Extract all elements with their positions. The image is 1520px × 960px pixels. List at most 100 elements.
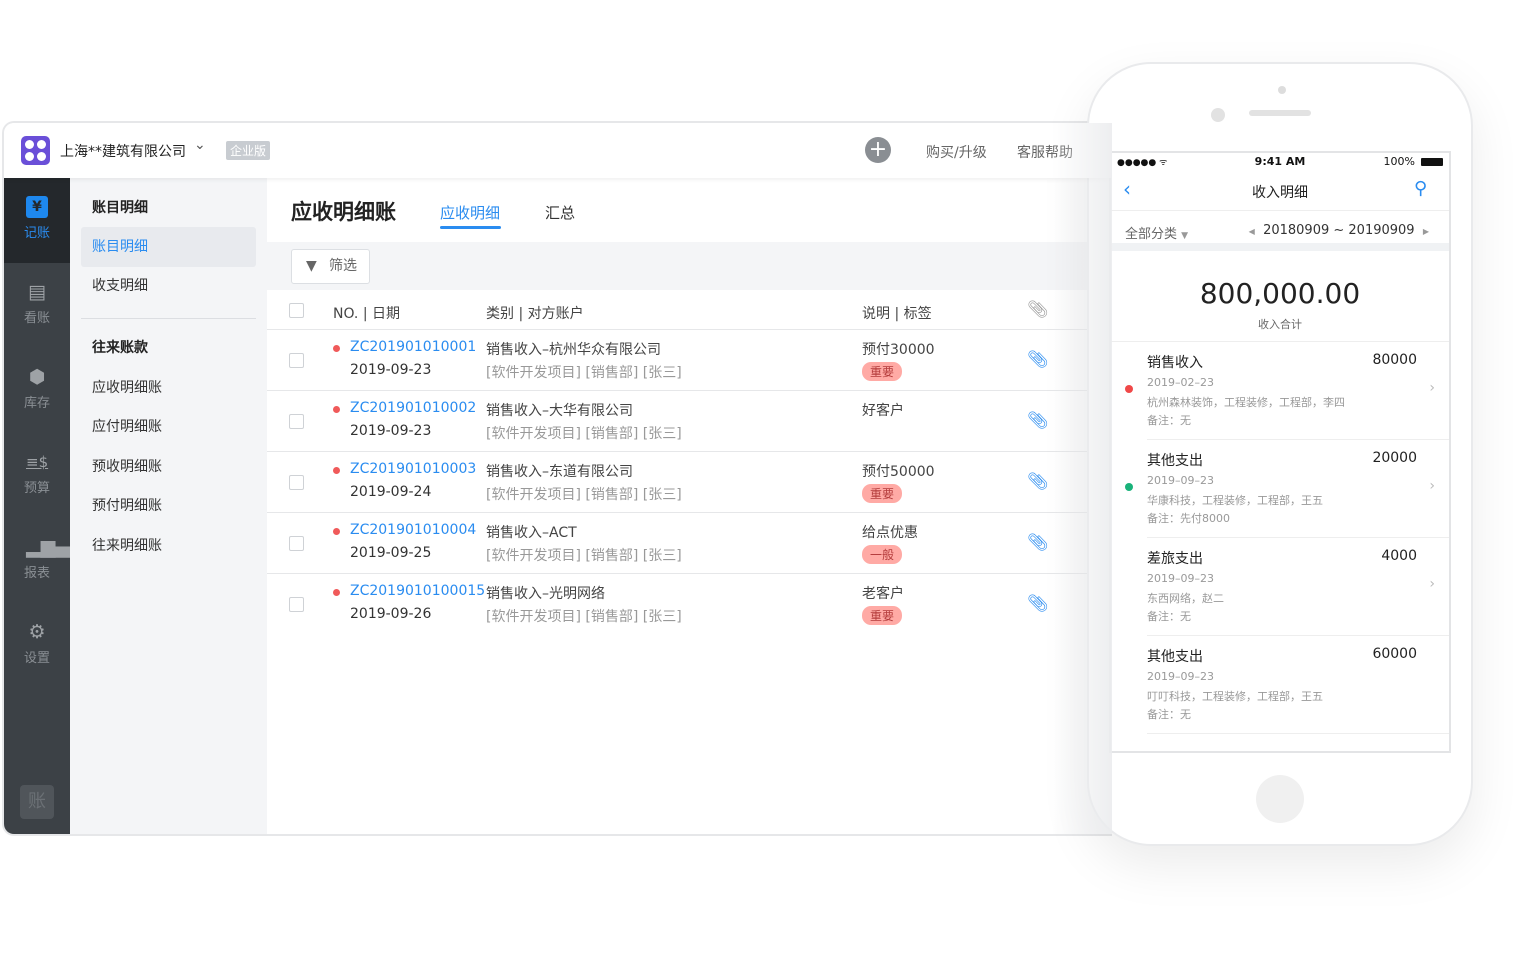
attachment-icon[interactable]: 📎︎ xyxy=(1027,472,1049,492)
status-bar: ●●●●● ᯤ 9:41 AM 100% xyxy=(1111,153,1449,171)
filter-button[interactable]: ▼ 筛选 xyxy=(291,249,370,284)
attachment-icon[interactable]: 📎︎ xyxy=(1027,533,1049,553)
item-date: 2019–09–23 xyxy=(1147,474,1214,487)
chevron-down-icon[interactable]: ⌄ xyxy=(194,137,206,153)
subnav-item-transactions[interactable]: 往来明细账 xyxy=(81,526,256,566)
nav-inventory[interactable]: ⬢ 库存 xyxy=(4,348,70,433)
entry-number-link[interactable]: ZC201901010004 xyxy=(350,522,476,538)
subnav-item-prereceived[interactable]: 预收明细账 xyxy=(81,447,256,487)
tag-badge: 重要 xyxy=(862,484,903,503)
entry-tags: [软件开发项目] [销售部] [张三] xyxy=(486,609,682,625)
item-category: 其他支出 xyxy=(1147,649,1203,665)
item-parties: 东西网络，赵二 xyxy=(1147,592,1224,605)
active-tab-indicator xyxy=(440,226,501,229)
subnav-item-receivable[interactable]: 应收明细账 xyxy=(81,368,256,408)
attachment-icon[interactable]: 📎︎ xyxy=(1027,411,1049,431)
camera xyxy=(1211,108,1225,122)
status-dot xyxy=(333,406,340,413)
entry-date: 2019-09-25 xyxy=(350,545,432,561)
company-name[interactable]: 上海**建筑有限公司 xyxy=(60,141,186,161)
subnav-item-payable[interactable]: 应付明细账 xyxy=(81,407,256,447)
row-checkbox[interactable] xyxy=(289,597,304,612)
row-checkbox[interactable] xyxy=(289,536,304,551)
entry-number-link[interactable]: ZC201901010001 xyxy=(350,339,476,355)
home-button[interactable] xyxy=(1256,775,1304,823)
nav-label: 预算 xyxy=(23,481,50,496)
nav-bookkeeping[interactable]: ¥ 记账 xyxy=(4,178,70,263)
item-note: 备注：无 xyxy=(1147,414,1191,427)
divider xyxy=(1147,733,1449,734)
entry-description: 老客户 xyxy=(862,586,904,602)
brand-mark: 账 xyxy=(20,785,54,819)
entry-date: 2019-09-23 xyxy=(350,362,432,378)
nav-view[interactable]: ▤ 看账 xyxy=(4,263,70,348)
filter-label: 筛选 xyxy=(329,258,357,274)
main-content: 应收明细账 应收明细 汇总 ▼ 筛选 NO. | 日期 类别 | 对方账户 说明 … xyxy=(267,178,1112,834)
status-dot xyxy=(1125,483,1133,491)
item-note: 备注：无 xyxy=(1147,610,1191,623)
calendar-icon: ▤ xyxy=(28,281,46,303)
table-row[interactable]: ZC2019010100015 2019-09-26 销售收入–光明网络 [软件… xyxy=(267,573,1112,635)
list-item[interactable]: 差旅支出 4000 2019–09–23 东西网络，赵二 备注：无 › xyxy=(1111,538,1449,636)
tab-summary[interactable]: 汇总 xyxy=(545,202,575,223)
item-amount: 60000 xyxy=(1372,646,1417,662)
buy-upgrade-link[interactable]: 购买/升级 xyxy=(926,142,987,162)
entry-category: 销售收入–光明网络 xyxy=(486,586,605,602)
row-checkbox[interactable] xyxy=(289,414,304,429)
category-label: 全部分类 xyxy=(1125,227,1178,242)
item-category: 其他支出 xyxy=(1147,453,1203,469)
item-parties: 杭州森林装饰，工程装修，工程部，李四 xyxy=(1147,396,1345,409)
app-logo[interactable] xyxy=(21,136,50,165)
nav-label: 设置 xyxy=(23,651,50,666)
subnav-item-income-expense[interactable]: 收支明细 xyxy=(81,266,256,306)
category-dropdown[interactable]: 全部分类 ▼ xyxy=(1125,223,1188,242)
entry-number-link[interactable]: ZC2019010100015 xyxy=(350,583,485,599)
caret-down-icon: ▼ xyxy=(1181,231,1189,241)
status-dot xyxy=(333,345,340,352)
row-checkbox[interactable] xyxy=(289,353,304,368)
list-item[interactable]: 其他支出 60000 2019–09–23 叮叮科技，工程装修，工程部，王五 备… xyxy=(1111,636,1449,734)
yen-icon: ¥ xyxy=(26,196,48,218)
item-date: 2019–09–23 xyxy=(1147,572,1214,585)
entry-description: 给点优惠 xyxy=(862,525,918,541)
entry-number-link[interactable]: ZC201901010002 xyxy=(350,400,476,416)
nav-label: 记账 xyxy=(23,226,50,241)
table-row[interactable]: ZC201901010004 2019-09-25 销售收入–ACT [软件开发… xyxy=(267,512,1112,574)
attachment-icon[interactable]: 📎︎ xyxy=(1027,350,1049,370)
tab-receivable-details[interactable]: 应收明细 xyxy=(440,202,500,223)
tag-badge: 一般 xyxy=(862,545,903,564)
prev-icon[interactable]: ◀ xyxy=(1249,227,1255,236)
entry-tags: [软件开发项目] [销售部] [张三] xyxy=(486,426,682,442)
list-item[interactable]: 销售收入 80000 2019–02–23 杭州森林装饰，工程装修，工程部，李四… xyxy=(1111,342,1449,440)
date-range[interactable]: ◀ 20180909 ~ 20190909 ▶ xyxy=(1249,223,1429,238)
filter-icon: ▼ xyxy=(306,258,317,274)
entry-number-link[interactable]: ZC201901010003 xyxy=(350,461,476,477)
table-row[interactable]: ZC201901010003 2019-09-24 销售收入–东道有限公司 [软… xyxy=(267,451,1112,513)
entry-description: 好客户 xyxy=(862,403,904,419)
add-button[interactable]: + xyxy=(865,137,891,163)
nav-budget[interactable]: ≡$ 预算 xyxy=(4,433,70,518)
divider xyxy=(81,318,256,319)
status-dot xyxy=(333,589,340,596)
subnav-item-prepaid[interactable]: 预付明细账 xyxy=(81,486,256,526)
search-icon[interactable]: ⚲ xyxy=(1414,178,1427,199)
attachment-icon[interactable]: 📎︎ xyxy=(1027,594,1049,614)
entry-date: 2019-09-26 xyxy=(350,606,432,622)
edge-fade xyxy=(1052,123,1112,834)
desktop-window: 上海**建筑有限公司 ⌄ 企业版 + 购买/升级 客服帮助 ¥ 记账 ▤ 看账 ⬢ 库… xyxy=(2,121,1112,836)
entry-tags: [软件开发项目] [销售部] [张三] xyxy=(486,365,682,381)
column-desc-tags: 说明 | 标签 xyxy=(862,306,932,322)
column-no-date: NO. | 日期 xyxy=(333,306,400,322)
nav-reports[interactable]: ▂▆▄ 报表 xyxy=(4,518,70,603)
list-item[interactable]: 其他支出 20000 2019–09–23 华康科技，工程装修，工程部，王五 备… xyxy=(1111,440,1449,538)
next-icon[interactable]: ▶ xyxy=(1423,227,1429,236)
row-checkbox[interactable] xyxy=(289,475,304,490)
subnav-item-account-details[interactable]: 账目明细 xyxy=(81,227,256,267)
nav-settings[interactable]: ⚙ 设置 xyxy=(4,603,70,688)
table-row[interactable]: ZC201901010002 2019-09-23 销售收入–大华有限公司 [软… xyxy=(267,390,1112,452)
table-row[interactable]: ZC201901010001 2019-09-23 销售收入–杭州华众有限公司 … xyxy=(267,329,1112,391)
select-all-checkbox[interactable] xyxy=(289,303,304,318)
top-header: 上海**建筑有限公司 ⌄ 企业版 + 购买/升级 客服帮助 xyxy=(4,123,1112,178)
bar-chart-icon: ▂▆▄ xyxy=(26,536,70,558)
item-date: 2019–02–23 xyxy=(1147,376,1214,389)
